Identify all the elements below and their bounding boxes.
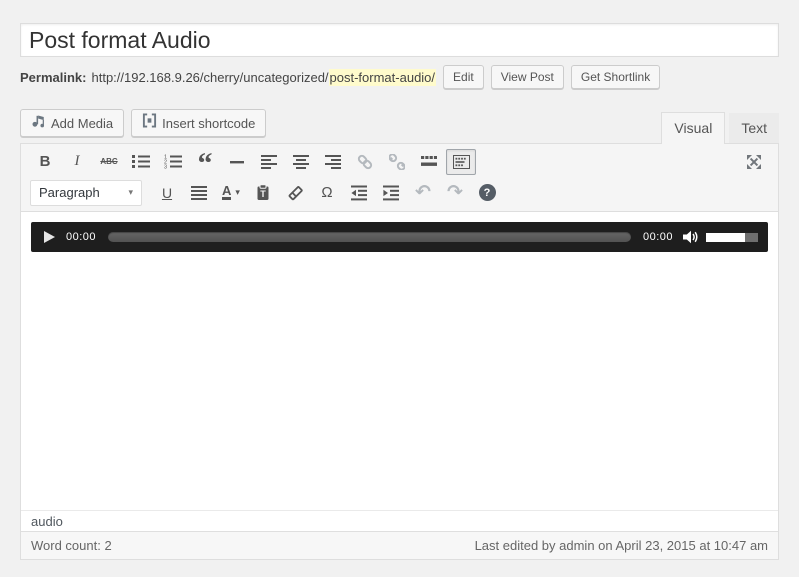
align-center-button[interactable]	[286, 149, 316, 175]
volume-slider[interactable]	[706, 233, 758, 242]
audio-current-time: 00:00	[66, 231, 96, 243]
clear-formatting-button[interactable]	[280, 180, 310, 206]
toolbar-toggle-icon	[453, 155, 470, 169]
add-media-button[interactable]: Add Media	[20, 109, 124, 137]
numbered-list-icon: 123	[164, 154, 182, 169]
tab-text[interactable]: Text	[729, 113, 779, 143]
indent-icon	[383, 185, 399, 201]
audio-player: 00:00 00:00	[31, 222, 768, 252]
insert-shortcode-button[interactable]: Insert shortcode	[131, 109, 266, 137]
align-left-icon	[261, 154, 277, 170]
edit-permalink-button[interactable]: Edit	[443, 65, 484, 89]
tab-visual[interactable]: Visual	[661, 112, 725, 144]
get-shortlink-button[interactable]: Get Shortlink	[571, 65, 660, 89]
horizontal-rule-button[interactable]	[222, 149, 252, 175]
special-character-button[interactable]: Ω	[312, 180, 342, 206]
toolbar-row-2: Paragraph ▾ U A ▾ T Ω ↶	[21, 177, 778, 208]
play-button[interactable]	[44, 231, 55, 243]
bulleted-list-button[interactable]	[126, 149, 156, 175]
blockquote-icon: “	[198, 161, 213, 175]
editor-toolbar: B I ABC 123 “	[21, 144, 778, 212]
link-icon	[357, 154, 373, 170]
redo-button[interactable]: ↷	[440, 180, 470, 206]
volume-mute-button[interactable]	[683, 230, 699, 244]
more-tag-icon	[421, 156, 437, 167]
post-title-input[interactable]	[20, 23, 779, 57]
last-edited-text: Last edited by admin on April 23, 2015 a…	[475, 538, 768, 553]
audio-seek-bar[interactable]	[108, 232, 631, 242]
more-tag-button[interactable]	[414, 149, 444, 175]
strikethrough-icon: ABC	[100, 157, 117, 166]
editor-content-area[interactable]: 00:00 00:00	[21, 212, 778, 510]
view-post-button[interactable]: View Post	[491, 65, 564, 89]
volume-level	[706, 233, 745, 242]
outdent-icon	[351, 185, 367, 201]
media-buttons-row: Add Media Insert shortcode	[20, 109, 266, 137]
chevron-down-icon: ▾	[128, 187, 133, 198]
eraser-icon	[287, 185, 304, 201]
permalink-url: http://192.168.9.26/cherry/uncategorized…	[91, 70, 328, 85]
bold-icon: B	[40, 153, 51, 170]
add-media-icon	[31, 113, 46, 132]
permalink-slug: post-format-audio/	[329, 69, 437, 86]
add-media-label: Add Media	[51, 116, 113, 131]
permalink-row: Permalink: http://192.168.9.26/cherry/un…	[20, 63, 660, 91]
align-right-button[interactable]	[318, 149, 348, 175]
help-button[interactable]: ?	[472, 180, 502, 206]
strikethrough-button[interactable]: ABC	[94, 149, 124, 175]
justify-button[interactable]	[184, 180, 214, 206]
text-color-button[interactable]: A ▾	[216, 180, 246, 206]
paragraph-format-select[interactable]: Paragraph ▾	[30, 180, 142, 206]
align-left-button[interactable]	[254, 149, 284, 175]
bulleted-list-icon	[132, 154, 150, 169]
indent-button[interactable]	[376, 180, 406, 206]
undo-button[interactable]: ↶	[408, 180, 438, 206]
redo-icon: ↷	[447, 186, 463, 200]
svg-text:T: T	[260, 189, 266, 199]
word-count-label: Word count:	[31, 538, 101, 553]
paste-as-text-button[interactable]: T	[248, 180, 278, 206]
italic-icon: I	[75, 153, 80, 170]
justify-icon	[191, 185, 207, 201]
post-editor-screen: { "post": { "title": "Post format Audio"…	[0, 0, 799, 577]
insert-shortcode-label: Insert shortcode	[162, 116, 255, 131]
editor-container: B I ABC 123 “	[20, 143, 779, 560]
align-right-icon	[325, 154, 341, 170]
element-path-bar: audio	[21, 510, 778, 531]
text-color-dropdown-icon: ▾	[235, 187, 240, 198]
svg-text:3: 3	[164, 165, 167, 169]
unlink-icon	[389, 154, 405, 170]
omega-icon: Ω	[321, 184, 332, 201]
outdent-button[interactable]	[344, 180, 374, 206]
unlink-button[interactable]	[382, 149, 412, 175]
link-button[interactable]	[350, 149, 380, 175]
italic-button[interactable]: I	[62, 149, 92, 175]
permalink-label: Permalink:	[20, 70, 86, 85]
toolbar-row-1: B I ABC 123 “	[21, 146, 778, 177]
element-path-node[interactable]: audio	[31, 514, 63, 529]
toolbar-toggle-button[interactable]	[446, 149, 476, 175]
word-count-value: 2	[104, 538, 111, 553]
fullscreen-button[interactable]	[739, 149, 769, 175]
undo-icon: ↶	[415, 186, 431, 200]
bold-button[interactable]: B	[30, 149, 60, 175]
editor-mode-tabs: Visual Text	[661, 112, 779, 143]
speaker-icon	[683, 230, 699, 244]
underline-button[interactable]: U	[152, 180, 182, 206]
paste-as-text-icon: T	[255, 184, 271, 201]
horizontal-rule-icon	[229, 154, 245, 170]
help-icon: ?	[479, 184, 496, 201]
underline-icon: U	[162, 185, 172, 201]
paragraph-format-value: Paragraph	[39, 185, 100, 200]
blockquote-button[interactable]: “	[190, 149, 220, 175]
audio-duration: 00:00	[643, 231, 673, 243]
text-color-icon: A	[222, 185, 231, 200]
fullscreen-expand-icon	[746, 154, 762, 170]
numbered-list-button[interactable]: 123	[158, 149, 188, 175]
post-status-info: Word count: 2 Last edited by admin on Ap…	[21, 531, 778, 559]
word-count: Word count: 2	[31, 538, 112, 553]
align-center-icon	[293, 154, 309, 170]
shortcode-brackets-icon	[142, 113, 157, 132]
